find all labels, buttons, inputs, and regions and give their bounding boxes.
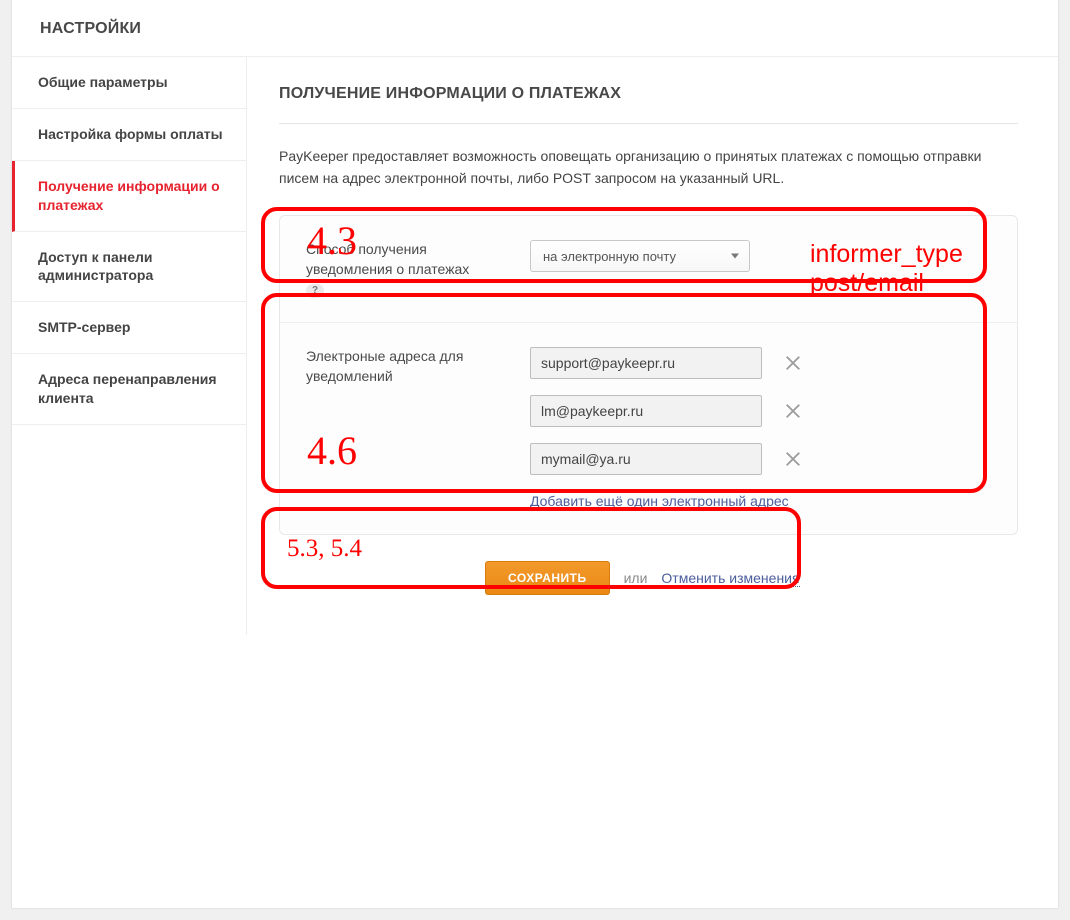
email-line: [530, 395, 830, 427]
notification-emails-row: Электроные адреса для уведомлений: [280, 322, 1017, 534]
add-email-link[interactable]: Добавить ещё один электронный адрес: [530, 493, 789, 510]
settings-card: Способ получения уведомления о платежах …: [279, 215, 1018, 535]
section-title: ПОЛУЧЕНИЕ ИНФОРМАЦИИ О ПЛАТЕЖАХ: [279, 85, 1018, 103]
settings-sidebar: Общие параметры Настройка формы оплаты П…: [12, 57, 247, 635]
sidebar-item-smtp[interactable]: SMTP-сервер: [12, 302, 246, 354]
email-input-3[interactable]: [530, 443, 762, 475]
method-side-note: informer_type post/email: [804, 240, 995, 298]
or-word: или: [624, 570, 648, 586]
close-icon[interactable]: [780, 350, 806, 376]
email-input-1[interactable]: [530, 347, 762, 379]
cancel-link[interactable]: Отменить изменения: [661, 570, 799, 587]
help-icon[interactable]: ?: [306, 284, 324, 298]
close-icon[interactable]: [780, 446, 806, 472]
footer-actions: СОХРАНИТЬ или Отменить изменения: [279, 561, 1018, 595]
section-intro: PayKeeper предоставляет возможность опов…: [279, 146, 1018, 189]
email-line: [530, 443, 830, 475]
sidebar-item-general[interactable]: Общие параметры: [12, 57, 246, 109]
emails-label: Электроные адреса для уведомлений: [306, 347, 516, 386]
app-title: НАСТРОЙКИ: [40, 20, 1030, 38]
email-input-2[interactable]: [530, 395, 762, 427]
close-icon[interactable]: [780, 398, 806, 424]
page-title-bar: НАСТРОЙКИ: [12, 0, 1058, 57]
sidebar-item-payment-form[interactable]: Настройка формы оплаты: [12, 109, 246, 161]
save-button[interactable]: СОХРАНИТЬ: [485, 561, 610, 595]
method-select-value: на электронную почту: [543, 249, 676, 264]
sidebar-item-admin-access[interactable]: Доступ к панели администратора: [12, 232, 246, 303]
method-label: Способ получения уведомления о платежах …: [306, 240, 516, 297]
annotation-label-5-3-5-4: 5.3, 5.4: [287, 535, 362, 563]
email-line: [530, 347, 830, 379]
main-content: ПОЛУЧЕНИЕ ИНФОРМАЦИИ О ПЛАТЕЖАХ PayKeepe…: [247, 57, 1058, 635]
notification-method-row: Способ получения уведомления о платежах …: [280, 216, 1017, 322]
divider: [279, 123, 1018, 124]
sidebar-item-payment-info[interactable]: Получение информации о платежах: [12, 161, 246, 232]
method-select[interactable]: на электронную почту: [530, 240, 750, 272]
sidebar-item-redirect[interactable]: Адреса перенаправления клиента: [12, 354, 246, 425]
